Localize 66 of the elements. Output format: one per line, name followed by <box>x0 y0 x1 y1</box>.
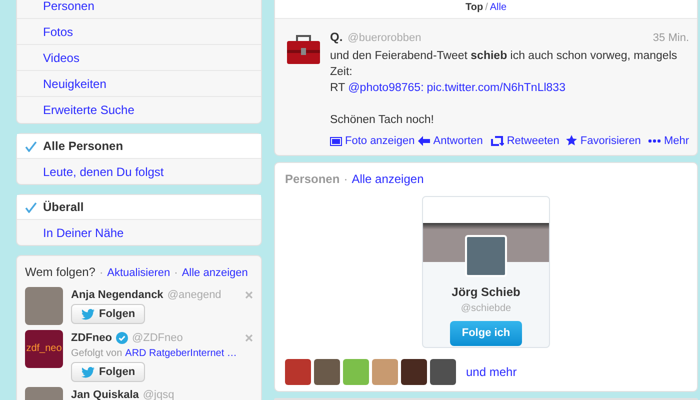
tweet-author[interactable]: Q. <box>330 28 343 46</box>
checkmark-icon <box>25 202 37 212</box>
header-link[interactable]: Aktualisieren <box>107 265 170 282</box>
search-nav-link[interactable]: Neuigkeiten <box>43 74 106 92</box>
and-more-link[interactable]: und mehr <box>466 363 517 381</box>
tweet-action[interactable]: Retweeten <box>490 132 560 149</box>
filter-option[interactable]: Überall <box>17 195 261 220</box>
bird-icon <box>81 366 95 378</box>
tweet-action[interactable]: Favorisieren <box>566 132 641 149</box>
avatar-logo-text: zdf_neo <box>26 342 62 356</box>
profile-name[interactable]: Jörg Schieb <box>452 283 520 301</box>
close-icon[interactable] <box>245 334 253 342</box>
timeline-switch[interactable]: Alle <box>490 0 507 15</box>
search-nav-link[interactable]: Videos <box>43 48 80 66</box>
person-name[interactable]: Anja Negendanck <box>71 286 164 303</box>
separator-dot: · <box>99 266 104 281</box>
close-icon[interactable] <box>245 290 253 299</box>
avatar-placeholder[interactable] <box>343 359 369 385</box>
search-nav-link[interactable]: Erweiterte Suche <box>43 101 134 119</box>
module-title: Personen <box>285 171 340 188</box>
checkmark-icon <box>25 140 37 152</box>
followed-by-link[interactable]: ARD RatgeberInternet … <box>125 346 237 361</box>
separator-slash: / <box>485 1 488 15</box>
avatar-placeholder <box>25 286 63 324</box>
bird-icon <box>81 308 95 320</box>
filter-option[interactable]: In Deiner Nähe <box>17 220 261 245</box>
mention-link[interactable]: @photo98765 <box>348 80 421 96</box>
more-dots-icon <box>648 138 661 143</box>
show-all-link[interactable]: Alle anzeigen <box>352 170 424 188</box>
avatar-placeholder[interactable] <box>430 359 456 385</box>
person-handle: @jqsq <box>142 388 174 400</box>
photo-icon <box>330 136 342 146</box>
search-nav-link[interactable]: Personen <box>43 0 94 14</box>
timeline-switch[interactable]: Top <box>465 0 484 15</box>
filter-option[interactable]: Leute, denen Du folgst <box>17 159 261 184</box>
person-handle: @anegend <box>167 288 222 302</box>
who-to-follow-title: Wem folgen? <box>25 264 96 281</box>
header-link[interactable]: Alle anzeigen <box>182 265 248 282</box>
person-handle: @ZDFneo <box>132 330 183 346</box>
tweet-text: und den Feierabend-Tweet schieb ich auch schon vorweg, mangels Zeit: <box>330 50 678 78</box>
mention-colon: : <box>420 80 424 96</box>
tweet-link[interactable]: pic.twitter.com/N6hTnLl833 <box>426 80 566 96</box>
reply-arrow-icon <box>418 136 430 146</box>
search-nav-link[interactable]: Fotos <box>43 22 74 40</box>
follow-button[interactable]: Folgen <box>71 362 146 382</box>
separator-dot: · <box>174 266 178 281</box>
person-name[interactable]: Jan Quiskala <box>71 387 139 400</box>
followed-by-text: Gefolgt von <box>71 347 122 361</box>
profile-handle: @schiebde <box>460 302 512 316</box>
tweet-closing-text: Schönen Tach noch! <box>330 112 436 128</box>
person-name[interactable]: ZDFneo <box>71 330 112 346</box>
filter-option[interactable]: Alle Personen <box>17 134 261 159</box>
retweet-icon <box>490 136 504 146</box>
avatar-placeholder[interactable] <box>285 359 311 385</box>
follow-button[interactable]: Folgen <box>71 304 146 324</box>
tweet-action[interactable]: Mehr <box>648 132 689 149</box>
star-icon <box>566 135 578 146</box>
profile-photo-placeholder <box>465 235 507 277</box>
avatar-placeholder[interactable] <box>372 359 398 385</box>
tweet-action[interactable]: Antworten <box>418 132 483 149</box>
show-photo-link[interactable]: Foto anzeigen <box>330 132 415 149</box>
tweet-handle: @buerorobben <box>348 31 422 46</box>
avatar-placeholder[interactable] <box>401 359 427 385</box>
avatar-placeholder[interactable] <box>314 359 340 385</box>
retweet-prefix: RT <box>330 80 346 96</box>
separator-dot: · <box>344 171 348 188</box>
